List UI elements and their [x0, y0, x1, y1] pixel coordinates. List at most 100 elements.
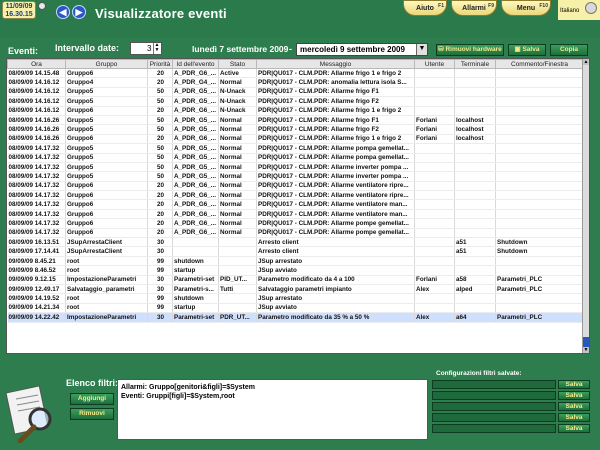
table-cell: 99: [147, 293, 173, 304]
saved-config-slot[interactable]: [432, 402, 556, 411]
table-cell: localhost: [454, 124, 496, 135]
table-cell: Gruppo5: [65, 143, 148, 154]
table-row[interactable]: 09/09/09 8.45.21 root 99 shutdown JSup arres…: [7, 256, 584, 267]
column-header[interactable]: Priorità: [147, 59, 173, 69]
table-row[interactable]: 08/09/09 14.16.26 Gruppo6 20 A_PDR_G6_... No…: [7, 134, 584, 145]
column-header[interactable]: Stato: [218, 59, 257, 69]
interval-stepper[interactable]: 3 ▲ ▼: [130, 42, 162, 55]
column-header[interactable]: Utente: [414, 59, 455, 69]
table-row[interactable]: 09/09/09 14.19.52 root 99 shutdown JSup arre…: [7, 293, 584, 304]
table-row[interactable]: 09/09/09 14.21.34 root 99 startup JSup avvia…: [7, 303, 584, 314]
table-cell: 50: [147, 143, 173, 154]
table-row[interactable]: 09/09/09 14.22.42 ImpostazioneParametri 30…: [7, 312, 584, 323]
help-button[interactable]: Aiuto F1: [403, 0, 447, 16]
table-row[interactable]: 09/09/09 8.46.52 root 99 startup JSup avviat…: [7, 265, 584, 276]
table-row[interactable]: 08/09/09 14.17.32 Gruppo6 20 A_PDR_G6_... No…: [7, 181, 584, 192]
table-row[interactable]: 08/09/09 14.17.32 Gruppo5 50 A_PDR_G5_... No…: [7, 171, 584, 182]
scroll-thumb[interactable]: [583, 337, 589, 347]
save-button[interactable]: ▣ Salva: [508, 44, 546, 56]
table-cell: Normal: [218, 190, 257, 201]
date-to-select[interactable]: mercoledì 9 settembre 2009 ▼: [296, 43, 428, 56]
table-row[interactable]: 08/09/09 14.16.12 Gruppo5 50 A_PDR_G5_... N-…: [7, 87, 584, 98]
table-row[interactable]: 08/09/09 14.17.32 Gruppo6 20 A_PDR_G6_... No…: [7, 199, 584, 210]
table-row[interactable]: 08/09/09 14.17.32 Gruppo6 20 A_PDR_G6_... No…: [7, 228, 584, 239]
column-header[interactable]: Commento/Finestra: [495, 59, 584, 69]
table-cell: a64: [454, 312, 496, 323]
column-header[interactable]: Id dell'evento: [172, 59, 219, 69]
table-cell: [218, 293, 257, 304]
table-row[interactable]: 08/09/09 14.17.32 Gruppo5 50 A_PDR_G5_... No…: [7, 153, 584, 163]
table-cell: [218, 237, 257, 248]
chevron-down-icon[interactable]: ▼: [416, 44, 427, 55]
table-cell: [454, 293, 496, 304]
table-cell: [454, 303, 496, 314]
table-cell: [414, 162, 455, 173]
menu-button[interactable]: Menu F10: [501, 0, 551, 16]
table-row[interactable]: 08/09/09 14.16.26 Gruppo5 50 A_PDR_G5_... No…: [7, 115, 584, 126]
saved-config-slot[interactable]: [432, 391, 556, 400]
save-config-button[interactable]: Salva: [558, 380, 590, 389]
table-cell: Gruppo5: [65, 115, 148, 126]
save-config-button[interactable]: Salva: [558, 424, 590, 433]
remove-hardware-button[interactable]: ⛁ Rimuovi hardware: [436, 44, 504, 56]
table-cell: 09/09/09 14.19.52: [7, 293, 66, 304]
copy-button[interactable]: Copia: [550, 44, 588, 56]
language-selector[interactable]: Italiano: [558, 0, 600, 20]
table-row[interactable]: 08/09/09 14.17.32 Gruppo6 20 A_PDR_G6_... No…: [7, 190, 584, 201]
table-cell: [495, 303, 584, 314]
magnifier-document-icon: [5, 385, 52, 443]
table-cell: root: [65, 303, 148, 314]
table-cell: [495, 265, 584, 276]
table-row[interactable]: 08/09/09 14.16.12 Gruppo6 20 A_PDR_G6_... N-…: [7, 106, 584, 116]
clock-settings-icon[interactable]: [38, 2, 46, 10]
table-row[interactable]: 09/09/09 12.49.17 Salvataggio_parametri 30…: [7, 284, 584, 295]
table-row[interactable]: 08/09/09 14.16.12 Gruppo5 50 A_PDR_G5_... N-…: [7, 96, 584, 107]
vertical-scrollbar[interactable]: ▲ ▼: [582, 59, 589, 353]
stepper-arrows-icon[interactable]: ▲ ▼: [153, 43, 160, 54]
table-row[interactable]: 08/09/09 17.14.41 JSupArrestaClient 30 Arre…: [7, 246, 584, 257]
table-cell: Alex: [414, 284, 455, 295]
table-cell: [414, 228, 455, 239]
save-config-button[interactable]: Salva: [558, 413, 590, 422]
table-cell: [495, 181, 584, 192]
date-to-value: mercoledì 9 settembre 2009: [300, 45, 405, 54]
table-row[interactable]: 08/09/09 14.17.32 Gruppo6 20 A_PDR_G6_... No…: [7, 218, 584, 229]
table-cell: 08/09/09 14.16.12: [7, 96, 66, 107]
scroll-up-icon[interactable]: ▲: [583, 59, 589, 65]
table-cell: 08/09/09 14.17.32: [7, 228, 66, 239]
table-row[interactable]: 08/09/09 16.13.51 JSupArrestaClient 30 Arre…: [7, 237, 584, 248]
saved-config-slot[interactable]: [432, 424, 556, 433]
filters-text-area[interactable]: Allarmi: Gruppo[genitori&figli]=$System …: [117, 379, 428, 440]
table-row[interactable]: 08/09/09 14.16.12 Gruppo4 20 A_PDR_G4_... No…: [7, 77, 584, 88]
alarms-button[interactable]: Allarmi F9: [451, 0, 497, 16]
table-row[interactable]: 08/09/09 14.17.32 Gruppo5 50 A_PDR_G5_... No…: [7, 162, 584, 173]
table-row[interactable]: 09/09/09 9.12.15 ImpostazioneParametri 30 P…: [7, 275, 584, 286]
add-filter-button[interactable]: Aggiungi: [70, 393, 114, 405]
saved-config-slot[interactable]: [432, 413, 556, 422]
column-header[interactable]: Ora: [7, 59, 66, 69]
scroll-down-icon[interactable]: ▼: [583, 347, 589, 353]
back-arrow-icon[interactable]: ◀: [56, 5, 70, 19]
table-row[interactable]: 08/09/09 14.15.48 Gruppo6 20 A_PDR_G6_... Ac…: [7, 68, 584, 79]
table-row[interactable]: 08/09/09 14.17.32 Gruppo5 50 A_PDR_G5_... No…: [7, 143, 584, 154]
table-row[interactable]: 08/09/09 14.16.26 Gruppo5 50 A_PDR_G5_... No…: [7, 124, 584, 135]
column-header[interactable]: Gruppo: [65, 59, 148, 69]
table-cell: 20: [147, 77, 173, 88]
save-config-button[interactable]: Salva: [558, 391, 590, 400]
remove-filter-button[interactable]: Rimuovi: [70, 408, 114, 420]
column-header[interactable]: Messaggio: [256, 59, 415, 69]
forward-arrow-icon[interactable]: ▶: [72, 5, 86, 19]
table-cell: [495, 68, 584, 79]
table-cell: [218, 246, 257, 257]
table-cell: Arresto client: [256, 246, 415, 257]
help-label: Aiuto: [416, 5, 434, 12]
table-cell: Gruppo5: [65, 162, 148, 173]
saved-config-slot[interactable]: [432, 380, 556, 389]
table-row[interactable]: 08/09/09 14.17.32 Gruppo6 20 A_PDR_G6_... No…: [7, 209, 584, 220]
table-cell: startup: [172, 303, 219, 314]
table-cell: [414, 237, 455, 248]
column-header[interactable]: Terminale: [454, 59, 496, 69]
table-body: 08/09/09 14.15.48 Gruppo6 20 A_PDR_G6_... Ac…: [7, 68, 584, 323]
table-cell: 08/09/09 14.17.32: [7, 171, 66, 182]
save-config-button[interactable]: Salva: [558, 402, 590, 411]
